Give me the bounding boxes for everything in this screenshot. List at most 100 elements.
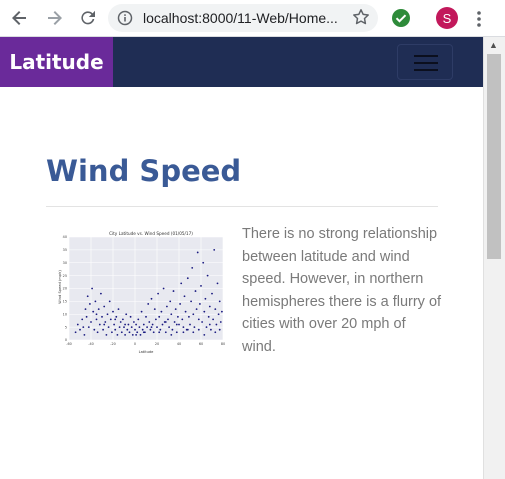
data-point — [140, 310, 143, 313]
data-point — [207, 315, 210, 318]
data-point — [102, 328, 104, 331]
data-point — [162, 287, 165, 290]
scroll-thumb[interactable] — [487, 54, 501, 259]
data-point — [151, 323, 154, 326]
check-extension-icon[interactable] — [391, 8, 411, 28]
data-point — [95, 318, 98, 321]
info-icon[interactable] — [117, 10, 133, 31]
data-point — [208, 323, 211, 326]
data-point — [218, 300, 221, 303]
data-point — [189, 323, 191, 326]
data-point — [195, 308, 198, 310]
data-point — [111, 331, 113, 334]
forward-arrow-icon[interactable] — [42, 6, 66, 30]
back-arrow-icon[interactable] — [8, 6, 32, 30]
data-point — [106, 313, 109, 316]
data-point — [134, 328, 136, 331]
data-point — [114, 328, 117, 331]
data-point — [120, 331, 123, 334]
data-point — [148, 321, 151, 323]
description-text: There is no strong relationship between … — [242, 226, 442, 355]
data-point — [128, 331, 131, 334]
x-tick-label: 20 — [155, 342, 159, 346]
hamburger-icon — [414, 62, 438, 64]
data-point — [214, 308, 217, 310]
y-tick-label: 20 — [63, 287, 67, 291]
data-point — [149, 328, 152, 331]
avatar[interactable]: S — [436, 7, 458, 29]
data-point — [183, 295, 186, 298]
data-point — [155, 318, 157, 321]
data-point — [179, 303, 181, 305]
data-point — [178, 323, 180, 326]
data-point — [114, 318, 117, 321]
wind-speed-scatter-plot[interactable]: City Latitude vs. Wind Speed (01/05/17) … — [57, 229, 227, 355]
data-point — [193, 326, 196, 329]
data-point — [202, 261, 205, 264]
data-point — [218, 328, 221, 331]
data-point — [184, 310, 187, 313]
data-point — [171, 328, 174, 331]
data-point — [203, 333, 206, 336]
data-point — [141, 328, 144, 331]
data-point — [160, 310, 163, 313]
data-point — [170, 313, 173, 316]
data-point — [90, 321, 92, 323]
hamburger-icon — [414, 55, 438, 57]
data-point — [125, 313, 128, 316]
data-point — [139, 333, 142, 336]
data-point — [83, 333, 86, 336]
data-point — [182, 326, 185, 329]
data-point — [85, 315, 88, 318]
star-icon[interactable] — [352, 8, 370, 31]
divider — [46, 206, 438, 207]
data-point — [170, 333, 173, 336]
data-point — [142, 323, 145, 326]
scroll-up-arrow-icon[interactable]: ▲ — [489, 40, 498, 50]
data-point — [168, 326, 170, 329]
data-point — [104, 321, 107, 323]
browser-toolbar: localhost:8000/11-Web/Home... S — [0, 0, 505, 37]
brand-link[interactable]: Latitude — [0, 37, 113, 87]
data-point — [95, 313, 98, 316]
url-text[interactable]: localhost:8000/11-Web/Home... — [143, 10, 338, 26]
y-tick-label: 10 — [63, 312, 67, 316]
chart-title: City Latitude vs. Wind Speed (01/05/17) — [109, 231, 193, 236]
data-point — [113, 323, 115, 326]
data-point — [191, 267, 194, 269]
data-point — [123, 326, 125, 329]
reload-icon[interactable] — [76, 6, 100, 30]
x-tick-label: 80 — [221, 342, 225, 346]
navbar-toggler-button[interactable] — [397, 44, 453, 80]
scrollbar[interactable]: ▲ — [483, 37, 505, 479]
data-point — [219, 321, 222, 323]
data-point — [93, 328, 96, 331]
data-point — [131, 333, 134, 336]
data-point — [105, 333, 108, 336]
chart-x-axis-label: Latitude — [139, 350, 155, 354]
data-point — [135, 333, 137, 336]
y-tick-label: 15 — [63, 300, 67, 304]
data-point — [112, 310, 114, 313]
address-bar[interactable]: localhost:8000/11-Web/Home... — [108, 4, 378, 32]
data-point — [137, 318, 140, 321]
data-point — [97, 308, 100, 310]
data-point — [174, 308, 177, 310]
kebab-menu-icon[interactable] — [472, 7, 486, 31]
data-point — [211, 292, 213, 295]
data-point — [122, 318, 124, 321]
data-point — [145, 315, 147, 318]
data-point — [115, 315, 118, 318]
data-point — [74, 331, 77, 334]
data-point — [190, 300, 193, 303]
data-point — [103, 305, 106, 308]
data-point — [167, 318, 169, 321]
data-point — [94, 300, 97, 303]
data-point — [89, 303, 91, 305]
data-point — [201, 321, 204, 323]
data-point — [192, 313, 195, 316]
data-point — [200, 285, 202, 287]
data-point — [175, 323, 178, 326]
data-point — [133, 321, 135, 323]
data-point — [147, 303, 150, 305]
